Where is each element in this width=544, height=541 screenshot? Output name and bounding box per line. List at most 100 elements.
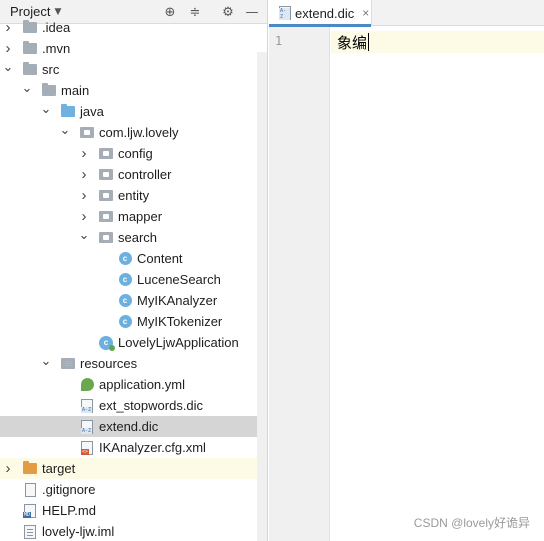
folder-icon [22,41,38,56]
tree-item-label: LovelyLjwApplication [118,335,239,350]
tree-item-label: HELP.md [42,503,96,518]
package-icon [98,189,114,203]
editor-tab-bar: extend.dic × [269,0,544,27]
dic-file-icon [79,398,95,413]
chevron-right-icon[interactable]: › [2,40,14,57]
tree-item-label: controller [118,167,172,182]
tree-item-label: MyIKTokenizer [137,314,223,329]
chevron-right-icon[interactable]: › [2,19,14,36]
tree-item-label: Content [137,251,183,266]
tree-item-main[interactable]: ⌄ main [0,80,267,101]
tree-item-help-md[interactable]: HELP.md [0,500,267,521]
source-folder-icon [60,104,76,119]
chevron-down-icon[interactable]: ⌄ [21,80,33,95]
spring-app-class-icon: c [98,335,115,351]
package-icon [98,210,114,224]
class-icon: c [117,252,133,266]
editor-text-line[interactable]: 象编 [337,31,370,53]
class-icon: c [117,294,133,308]
chevron-down-icon[interactable]: ⌄ [59,122,71,137]
chevron-down-icon[interactable]: ⌄ [40,353,52,368]
tree-item-label: MyIKAnalyzer [137,293,218,308]
folder-icon [22,62,38,77]
tree-item-label: .mvn [42,41,71,56]
tree-item-application-yml[interactable]: application.yml [0,374,267,395]
tree-item-java[interactable]: ⌄ java [0,101,267,122]
chevron-down-icon[interactable]: ⌄ [40,101,52,116]
chevron-down-icon[interactable]: ⌄ [2,59,14,74]
folder-icon [22,20,38,35]
tree-item-mvn[interactable]: › .mvn [0,38,267,59]
tree-item-label: config [118,146,153,161]
dic-file-icon [79,419,95,434]
resources-folder-icon [60,357,76,371]
tree-item-label: .gitignore [42,482,96,497]
scrollbar[interactable] [257,52,267,541]
tree-item-label: com.ljw.lovely [99,125,179,140]
tree-item-config[interactable]: › config [0,143,267,164]
iml-file-icon [22,524,38,539]
tree-item-resources[interactable]: ⌄ resources [0,353,267,374]
tree-item-label: ext_stopwords.dic [99,398,204,413]
class-icon: c [117,273,133,287]
tree-item-ikanalyzer-cfg-xml[interactable]: IKAnalyzer.cfg.xml [0,437,267,458]
line-number: 1 [275,34,283,48]
tree-item-label: mapper [118,209,163,224]
package-icon [98,147,114,161]
tree-item-com-ljw-lovely[interactable]: ⌄ com.ljw.lovely [0,122,267,143]
chevron-right-icon[interactable]: › [78,166,90,183]
chevron-down-icon: ▼ [54,6,62,17]
tree-item-label: LuceneSearch [137,272,221,287]
tab-label: extend.dic [295,5,355,21]
tree-item-content[interactable]: c Content [0,248,267,269]
tree-item-myikanalyzer[interactable]: c MyIKAnalyzer [0,290,267,311]
excluded-folder-icon [22,461,38,476]
tree-item-search[interactable]: ⌄ search [0,227,267,248]
chevron-right-icon[interactable]: › [78,208,90,225]
chevron-right-icon[interactable]: › [78,187,90,204]
tree-item-label: entity [118,188,150,203]
package-icon [98,168,114,182]
tree-item-label: main [61,83,90,98]
tree-item-lovely-ljw-iml[interactable]: lovely-ljw.iml [0,521,267,541]
close-icon[interactable]: × [362,6,369,20]
editor-gutter: 1 [269,27,330,541]
chevron-right-icon[interactable]: › [2,460,14,477]
package-icon [79,126,95,140]
tree-item-idea[interactable]: › .idea [0,17,267,38]
tree-item-lucenesearch[interactable]: c LuceneSearch [0,269,267,290]
tree-item-controller[interactable]: › controller [0,164,267,185]
tree-item-extend-dic[interactable]: extend.dic [0,416,267,437]
file-icon [22,482,38,497]
tree-item-label: lovely-ljw.iml [42,524,115,539]
folder-icon [41,83,57,98]
tree-item-target[interactable]: › target [0,458,267,479]
tree-item-myiktokenizer[interactable]: c MyIKTokenizer [0,311,267,332]
tree-item-label: target [42,461,76,476]
tree-item-lovelyljwapplication[interactable]: c LovelyLjwApplication [0,332,267,353]
tree-item-src[interactable]: ⌄ src [0,59,267,80]
text-caret [368,33,370,51]
tree-item-label: java [80,104,104,119]
tree-item-mapper[interactable]: › mapper [0,206,267,227]
watermark: CSDN @lovely好诡异 [413,516,530,530]
tab-extend-dic[interactable]: extend.dic × [269,0,372,27]
tree-item-ext-stopwords-dic[interactable]: ext_stopwords.dic [0,395,267,416]
tree-item-label: .idea [42,20,71,35]
markdown-file-icon [22,503,38,518]
chevron-down-icon[interactable]: ⌄ [78,227,90,242]
tree-item-gitignore[interactable]: .gitignore [0,479,267,500]
tree-item-entity[interactable]: › entity [0,185,267,206]
tree-item-label: extend.dic [99,419,159,434]
chevron-right-icon[interactable]: › [78,145,90,162]
